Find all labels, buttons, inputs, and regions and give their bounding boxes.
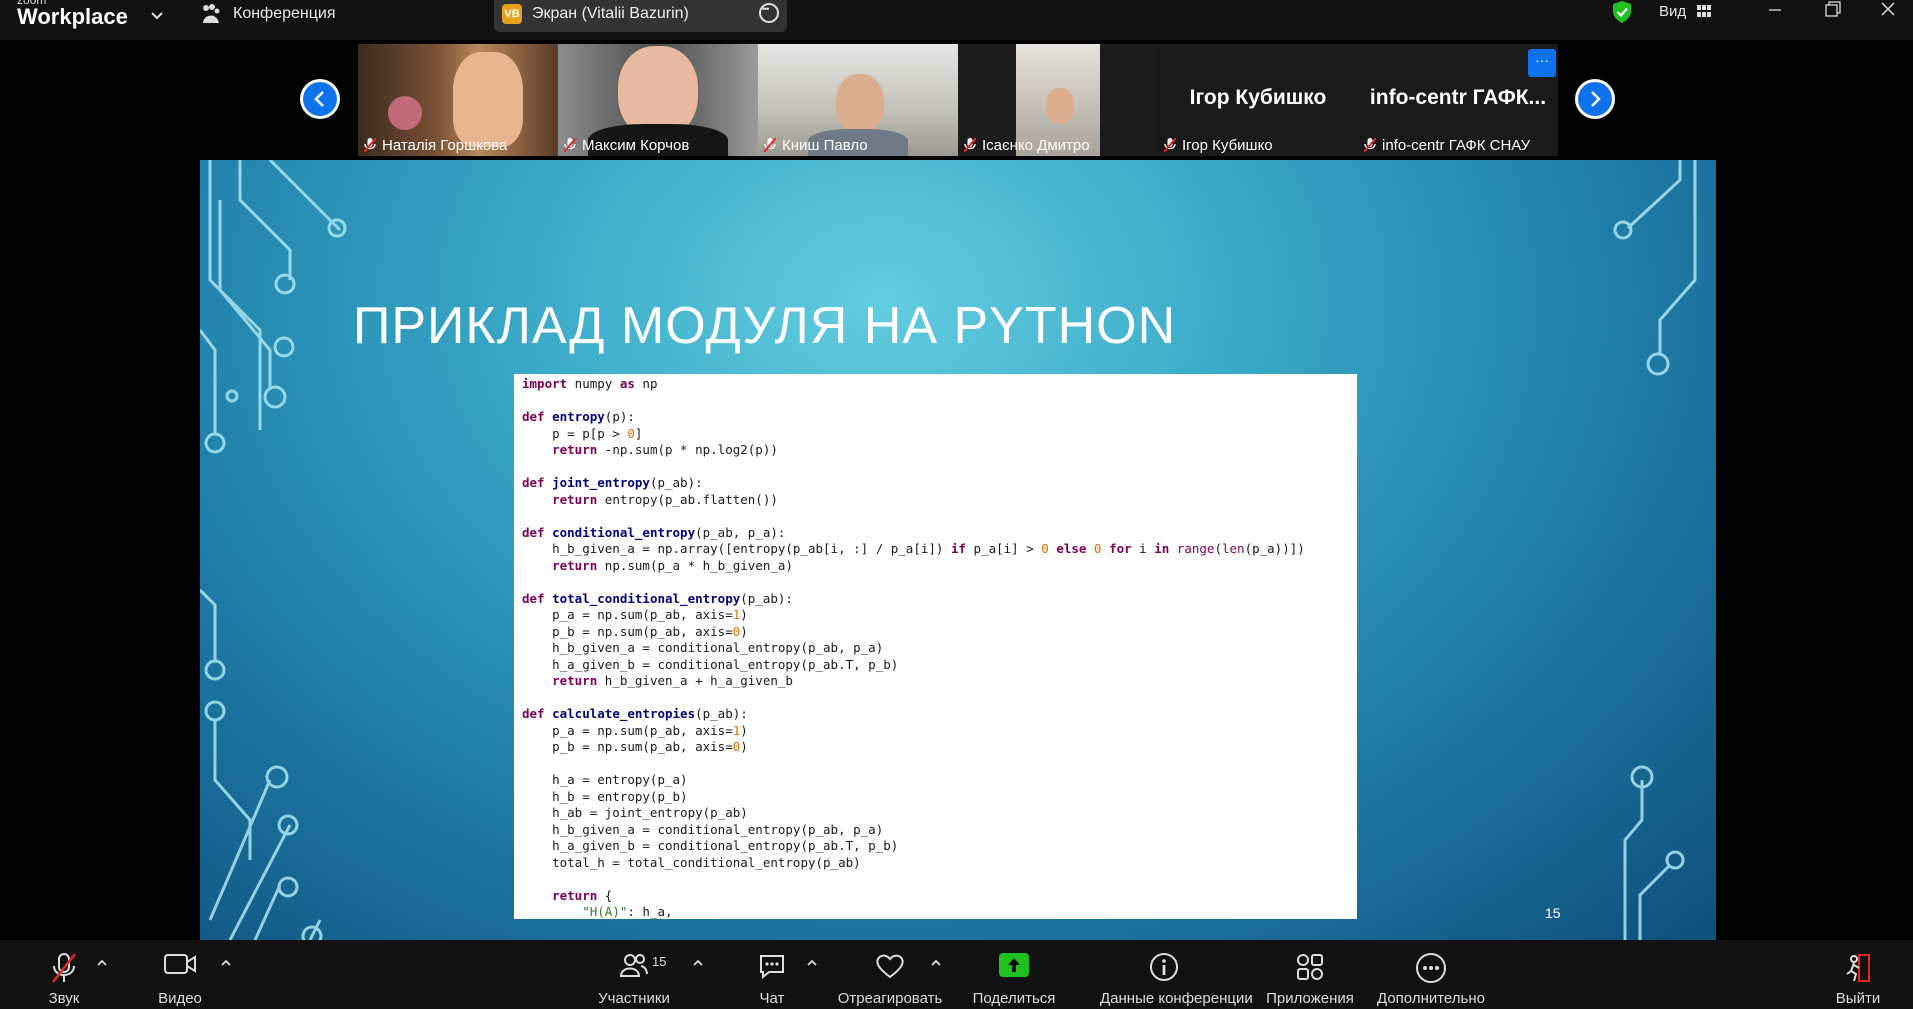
leave-door-icon [1846,954,1870,982]
gallery-prev-button[interactable] [300,79,340,119]
video-label: Видео [158,990,202,1007]
info-icon [1150,953,1178,981]
meeting-toolbar: Звук Видео Участники 15 Чат Отреагироват… [0,940,1913,1009]
apps-button[interactable]: Приложения [1266,940,1354,1009]
logo-workplace-text: Workplace [17,4,128,29]
chevron-left-icon [314,91,324,107]
chat-label: Чат [759,990,785,1007]
close-icon[interactable] [1876,0,1900,20]
participant-video [388,96,422,130]
participants-button[interactable]: Участники [598,940,670,1009]
share-screen-button[interactable]: Поделиться [973,940,1055,1009]
tile-more-options-button[interactable]: ··· [1528,49,1556,77]
more-options-icon[interactable] [759,3,779,23]
chat-button[interactable]: Чат [748,940,796,1009]
zoom-logo: zoom Workplace [17,0,128,28]
participant-display-name: info-centr ГАФК... [1369,86,1547,109]
participant-video [1046,88,1074,124]
participant-tile[interactable]: Максим Корчов [558,44,758,156]
participant-video [836,74,884,134]
view-menu-label[interactable]: Вид [1659,3,1686,20]
title-bar: zoom Workplace Конференция VB Экран (Vit… [0,0,1913,40]
participant-video [453,52,523,147]
chat-options-caret-icon[interactable] [806,958,818,968]
restore-icon[interactable] [1820,0,1844,20]
video-options-caret-icon[interactable] [220,958,232,968]
participant-name: info-centr ГАФК СНАУ [1364,137,1530,154]
more-button[interactable]: Дополнительно [1377,940,1485,1009]
video-camera-icon [164,954,196,974]
meeting-info-label: Данные конференции [1100,990,1253,1007]
participant-name: Наталія Горшкова [364,137,507,154]
share-screen-label: Поделиться [972,990,1056,1007]
security-shield-icon[interactable] [1611,0,1633,24]
conference-label[interactable]: Конференция [233,5,336,23]
screen-share-indicator[interactable]: VB Экран (Vitalii Bazurin) [494,0,787,32]
conference-icon[interactable] [200,3,222,25]
share-arrow-icon [999,953,1029,977]
more-options-icon [1416,953,1446,983]
mic-muted-icon [52,953,76,983]
chevron-down-icon[interactable] [148,6,166,24]
participants-icon [619,954,648,977]
participant-name: Ігор Кубишко [1164,137,1273,154]
code-text: import numpy as np def entropy(p): p = p… [522,376,1305,919]
slide-number: 15 [1545,905,1561,921]
mic-muted-icon [1364,138,1376,152]
presenter-avatar: VB [502,4,522,24]
participant-gallery: Наталія Горшкова Максим Корчов Книш Павл… [358,44,1558,156]
apps-icon [1297,954,1323,980]
participant-tile[interactable]: Наталія Горшкова [358,44,558,156]
meeting-info-button[interactable]: Данные конференции [1100,940,1253,1009]
mic-muted-icon [1164,138,1176,152]
minimize-icon[interactable] [1763,0,1787,20]
participants-options-caret-icon[interactable] [692,958,704,968]
mic-muted-icon [964,138,976,152]
more-label: Дополнительно [1377,990,1485,1007]
chat-icon [760,955,784,980]
screen-share-title: Экран (Vitalii Bazurin) [532,5,689,22]
heart-icon [876,954,904,979]
audio-options-caret-icon[interactable] [96,958,108,968]
participant-display-name: Ігор Кубишко [1189,86,1327,109]
participant-name: Ісаєнко Дмитро [964,137,1090,154]
mic-muted-icon [564,138,576,152]
audio-button[interactable]: Звук [40,940,88,1009]
audio-label: Звук [48,990,80,1007]
participant-name: Максим Корчов [564,137,689,154]
grid-view-icon[interactable] [1697,5,1711,17]
participants-label: Участники [598,990,670,1007]
gallery-next-button[interactable] [1575,79,1615,119]
mic-muted-icon [364,138,376,152]
react-options-caret-icon[interactable] [930,958,942,968]
mic-muted-icon [764,138,776,152]
participants-count-badge: 15 [652,954,667,969]
code-listing: import numpy as np def entropy(p): p = p… [514,374,1357,919]
react-label: Отреагировать [837,990,943,1007]
participant-tile[interactable]: Ісаєнко Дмитро [958,44,1158,156]
react-button[interactable]: Отреагировать [838,940,942,1009]
slide-title: ПРИКЛАД МОДУЛЯ НА PYTHON [353,297,1177,355]
chevron-right-icon [1591,91,1601,107]
participant-tile[interactable]: Ігор Кубишко Ігор Кубишко [1158,44,1358,156]
leave-button[interactable]: Выйти [1834,940,1882,1009]
participant-tile[interactable]: Книш Павло [758,44,958,156]
apps-label: Приложения [1266,990,1354,1007]
shared-screen-slide: ПРИКЛАД МОДУЛЯ НА PYTHON import numpy as… [200,160,1716,940]
leave-label: Выйти [1835,990,1881,1007]
video-button[interactable]: Видео [156,940,204,1009]
participant-name: Книш Павло [764,137,868,154]
